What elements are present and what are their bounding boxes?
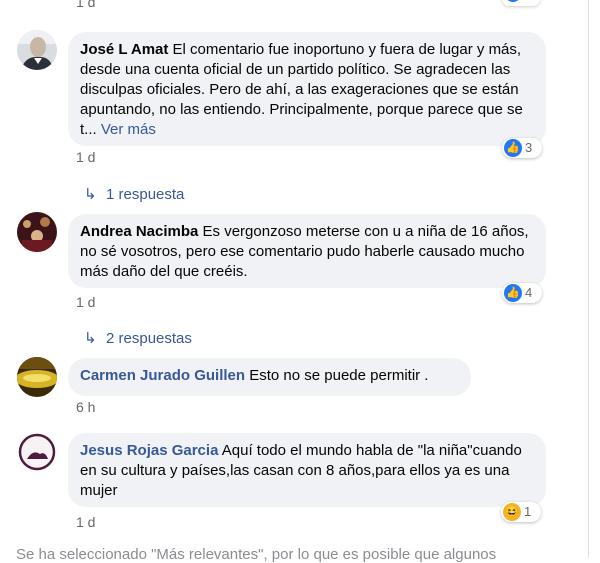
like-icon (505, 0, 521, 2)
comment-author[interactable]: Carmen Jurado Guillen (80, 367, 245, 384)
comment-author[interactable]: José L Amat (80, 41, 168, 58)
view-replies-link[interactable]: ↳ 2 respuestas (84, 329, 192, 347)
avatar[interactable] (17, 212, 57, 252)
avatar[interactable] (17, 357, 57, 397)
previous-reaction-badge[interactable] (502, 0, 540, 6)
replies-count: 1 respuesta (106, 186, 185, 203)
comment-time[interactable]: 1 d (76, 514, 95, 530)
reaction-badge[interactable]: 👍 3 (502, 138, 542, 158)
comment-bubble: Carmen Jurado Guillen Esto no se puede p… (68, 358, 471, 396)
reaction-badge[interactable]: 😆 1 (501, 502, 541, 522)
comment-time[interactable]: 6 h (76, 399, 95, 415)
comment-author[interactable]: Jesus Rojas Garcia (80, 442, 218, 459)
relevance-notice: Se ha seleccionado "Más relevantes", por… (16, 546, 497, 563)
haha-icon: 😆 (503, 503, 521, 521)
replies-count: 2 respuestas (106, 330, 192, 347)
reaction-count: 3 (525, 140, 533, 155)
comment-time[interactable]: 1 d (76, 149, 95, 165)
comment-bubble: Jesus Rojas Garcia Aquí todo el mundo ha… (68, 433, 546, 507)
reply-arrow-icon: ↳ (84, 330, 97, 347)
avatar[interactable] (17, 432, 57, 472)
see-more-link[interactable]: Ver más (101, 121, 156, 138)
comment-time[interactable]: 1 d (76, 294, 95, 310)
view-replies-link[interactable]: ↳ 1 respuesta (84, 185, 184, 203)
reaction-count: 4 (525, 285, 533, 300)
previous-comment-time[interactable]: 1 d (76, 0, 95, 10)
reply-arrow-icon: ↳ (84, 186, 97, 203)
like-icon: 👍 (504, 139, 522, 157)
comments-panel: 1 d José L Amat El comentario fue inopor… (0, 0, 589, 563)
comment-text: Esto no se puede permitir . (249, 367, 429, 384)
comment-bubble: José L Amat El comentario fue inoportuno… (68, 32, 546, 146)
comment-author[interactable]: Andrea Nacimba (80, 223, 198, 240)
avatar[interactable] (17, 30, 57, 70)
reaction-count: 1 (524, 504, 532, 519)
reaction-badge[interactable]: 👍 4 (502, 283, 542, 303)
like-icon: 👍 (504, 284, 522, 302)
comment-bubble: Andrea Nacimba Es vergonzoso meterse con… (68, 214, 546, 288)
